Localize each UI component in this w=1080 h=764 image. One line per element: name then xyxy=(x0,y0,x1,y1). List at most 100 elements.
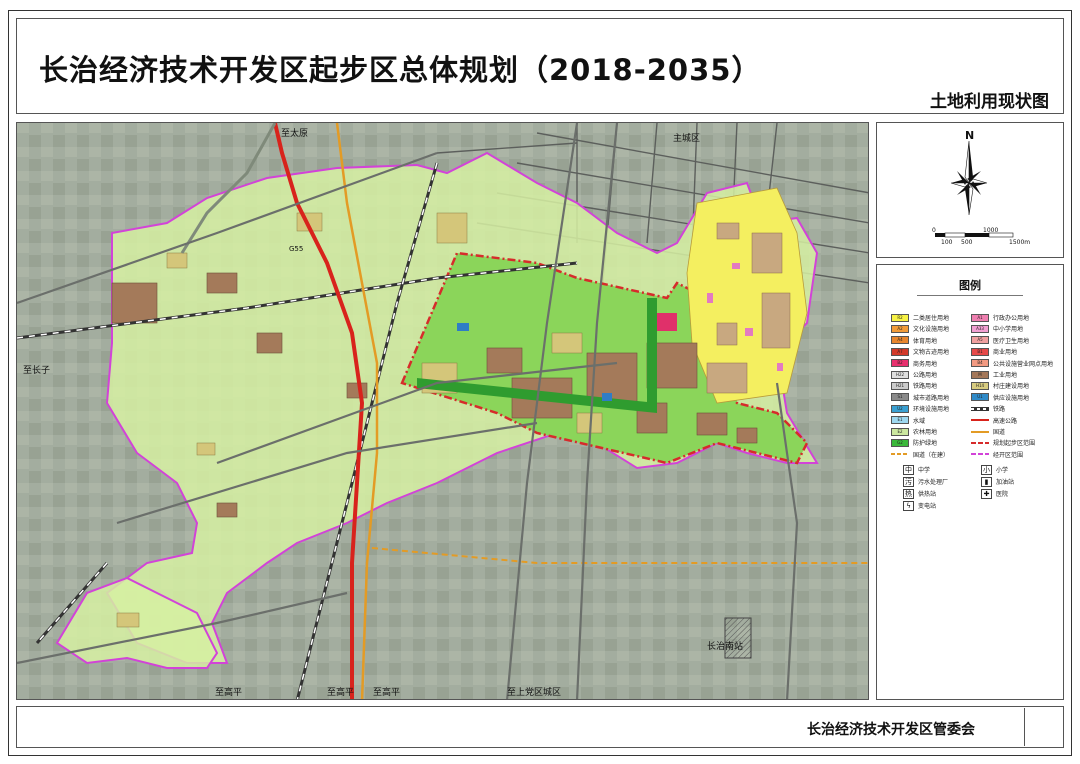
label-to-gaoping-1: 至高平 xyxy=(215,688,243,698)
page-title: 长治经济技术开发区起步区总体规划（2018-2035） xyxy=(39,53,762,87)
label-to-changzi: 至长子 xyxy=(23,366,51,376)
legend-label: 国道（在建） xyxy=(913,451,950,459)
commercial-site xyxy=(657,313,677,331)
legend-item: 高速公路 xyxy=(971,416,1017,425)
facility-symbol-icon: 小 xyxy=(981,464,992,475)
legend-label: 环境设施用地 xyxy=(913,406,950,414)
legend-item: S1 城市道路用地 xyxy=(891,393,949,402)
legend-swatch: B2 xyxy=(891,359,909,368)
legend-label: 文化设施用地 xyxy=(913,326,950,334)
legend-swatch: A4 xyxy=(891,336,909,345)
legend-item: A33 中小学用地 xyxy=(971,324,1023,333)
legend-item: E2 农林用地 xyxy=(891,427,937,436)
legend-label: 供应设施用地 xyxy=(993,394,1030,402)
legend-label: 二类居住用地 xyxy=(913,315,950,322)
map-panel[interactable]: 至太原 主城区 至长子 至高平 至高平 至高平 至上党区城区 长治南站 G55 xyxy=(16,122,869,700)
legend-label: 行政办公用地 xyxy=(993,315,1030,322)
title-panel: 长治经济技术开发区起步区总体规划（2018-2035） 土地利用现状图 xyxy=(16,18,1064,114)
label-main-city: 主城区 xyxy=(673,134,701,144)
legend-panel: 图例 R2 二类居住用地 A1 行政办公用地 A2 文化设施用地 A33 中小学用地 A4 体育用… xyxy=(876,264,1064,700)
legend-item: B1 商业用地 xyxy=(971,347,1017,356)
legend-item: H22 公路用地 xyxy=(891,370,937,379)
scale-tick-500: 500 xyxy=(961,239,973,246)
legend-label: 国道 xyxy=(993,429,1006,436)
legend-swatch: A5 xyxy=(971,336,989,345)
legend-label: 文物古迹用地 xyxy=(913,349,950,357)
facility-symbol-icon: 污 xyxy=(903,476,914,487)
footer-panel: 长治经济技术开发区管委会 xyxy=(16,706,1064,748)
footer-cell-divider xyxy=(1024,708,1025,746)
facility-symbol-icon: ϟ xyxy=(903,500,914,511)
legend-symbol-label: 小学 xyxy=(996,467,1009,474)
utility-site xyxy=(457,323,469,331)
legend-label: 商务用地 xyxy=(913,360,938,368)
land-use-map[interactable] xyxy=(17,123,869,700)
facility-symbol-icon: ✚ xyxy=(981,488,992,499)
legend-label: 村庄建设用地 xyxy=(993,383,1030,391)
legend-item: H21 铁路用地 xyxy=(891,381,937,390)
legend-swatch: A33 xyxy=(971,324,989,333)
legend-swatch: A7 xyxy=(891,347,909,356)
utility-site-2 xyxy=(602,393,612,401)
scale-bar xyxy=(935,232,1014,238)
legend-line-swatch xyxy=(971,439,989,447)
legend-line-swatch xyxy=(971,416,989,424)
label-changzhi-south-station: 长治南站 xyxy=(707,642,744,652)
label-to-taiyuan: 至太原 xyxy=(281,129,309,139)
legend-line-swatch xyxy=(971,428,989,436)
legend-label: 城市道路用地 xyxy=(913,394,950,402)
label-to-gaoping-2: 至高平 xyxy=(327,688,355,698)
legend-item: 铁路 xyxy=(971,404,1005,413)
legend-item: B4 公共设施营业网点用地 xyxy=(971,359,1053,368)
legend-swatch: G2 xyxy=(891,438,909,447)
legend-symbol-item: 小小学 xyxy=(981,464,1009,475)
legend-item: U1 供应设施用地 xyxy=(971,393,1029,402)
legend-item: R2 二类居住用地 xyxy=(891,313,949,322)
map-subtitle: 土地利用现状图 xyxy=(930,92,1049,112)
scale-tick-100: 100 xyxy=(941,239,953,246)
legend-swatch: A2 xyxy=(891,324,909,333)
legend-swatch: E1 xyxy=(891,416,909,425)
legend-item: A2 文化设施用地 xyxy=(891,324,949,333)
legend-item: H14 村庄建设用地 xyxy=(971,381,1029,390)
facility-symbol-icon: 热 xyxy=(903,488,914,499)
legend-item: 经开区范围 xyxy=(971,450,1023,459)
legend-divider xyxy=(917,295,1023,296)
legend-label: 规划起步区范围 xyxy=(993,440,1036,448)
legend-label: 体育用地 xyxy=(913,337,938,345)
legend-label: 经开区范围 xyxy=(993,451,1024,459)
legend-line-swatch xyxy=(891,450,909,458)
label-to-gaoping-3: 至高平 xyxy=(373,688,401,698)
legend-label: 农林用地 xyxy=(913,429,938,436)
scale-tick-0: 0 xyxy=(932,227,936,234)
legend-line-swatch xyxy=(971,405,989,413)
legend-swatch: E2 xyxy=(891,427,909,436)
legend-swatch: H22 xyxy=(891,370,909,379)
legend-swatch: M xyxy=(971,370,989,379)
scale-tick-1000: 1000 xyxy=(983,227,999,234)
legend-item: 规划起步区范围 xyxy=(971,438,1035,447)
legend-item: A1 行政办公用地 xyxy=(971,313,1029,322)
legend-label: 中小学用地 xyxy=(993,326,1024,334)
legend-label: 公路用地 xyxy=(913,372,938,379)
legend-swatch: U1 xyxy=(971,393,989,402)
legend-label: 医疗卫生用地 xyxy=(993,337,1030,345)
footer-organization: 长治经济技术开发区管委会 xyxy=(807,722,975,738)
legend-swatch: R2 xyxy=(891,313,909,322)
scale-tick-1500: 1500m xyxy=(1009,239,1031,246)
legend-swatch: B4 xyxy=(971,359,989,368)
legend-symbol-label: 污水处理厂 xyxy=(918,479,949,486)
legend-swatch: H21 xyxy=(891,381,909,390)
legend-symbol-label: 变电站 xyxy=(918,503,937,510)
legend-item: G2 防护绿地 xyxy=(891,438,937,447)
legend-symbol-item: 热供热站 xyxy=(903,488,936,499)
compass-panel: N 0 100 500 1000 1500m xyxy=(876,122,1064,258)
legend-swatch: H14 xyxy=(971,381,989,390)
legend-item: 国道（在建） xyxy=(891,450,949,459)
legend-symbol-item: 污污水处理厂 xyxy=(903,476,949,487)
legend-item: B2 商务用地 xyxy=(891,359,937,368)
legend-swatch: U2 xyxy=(891,404,909,413)
legend-swatch: A1 xyxy=(971,313,989,322)
legend-line-swatch xyxy=(971,450,989,458)
legend-symbol-item: 中中学 xyxy=(903,464,930,475)
